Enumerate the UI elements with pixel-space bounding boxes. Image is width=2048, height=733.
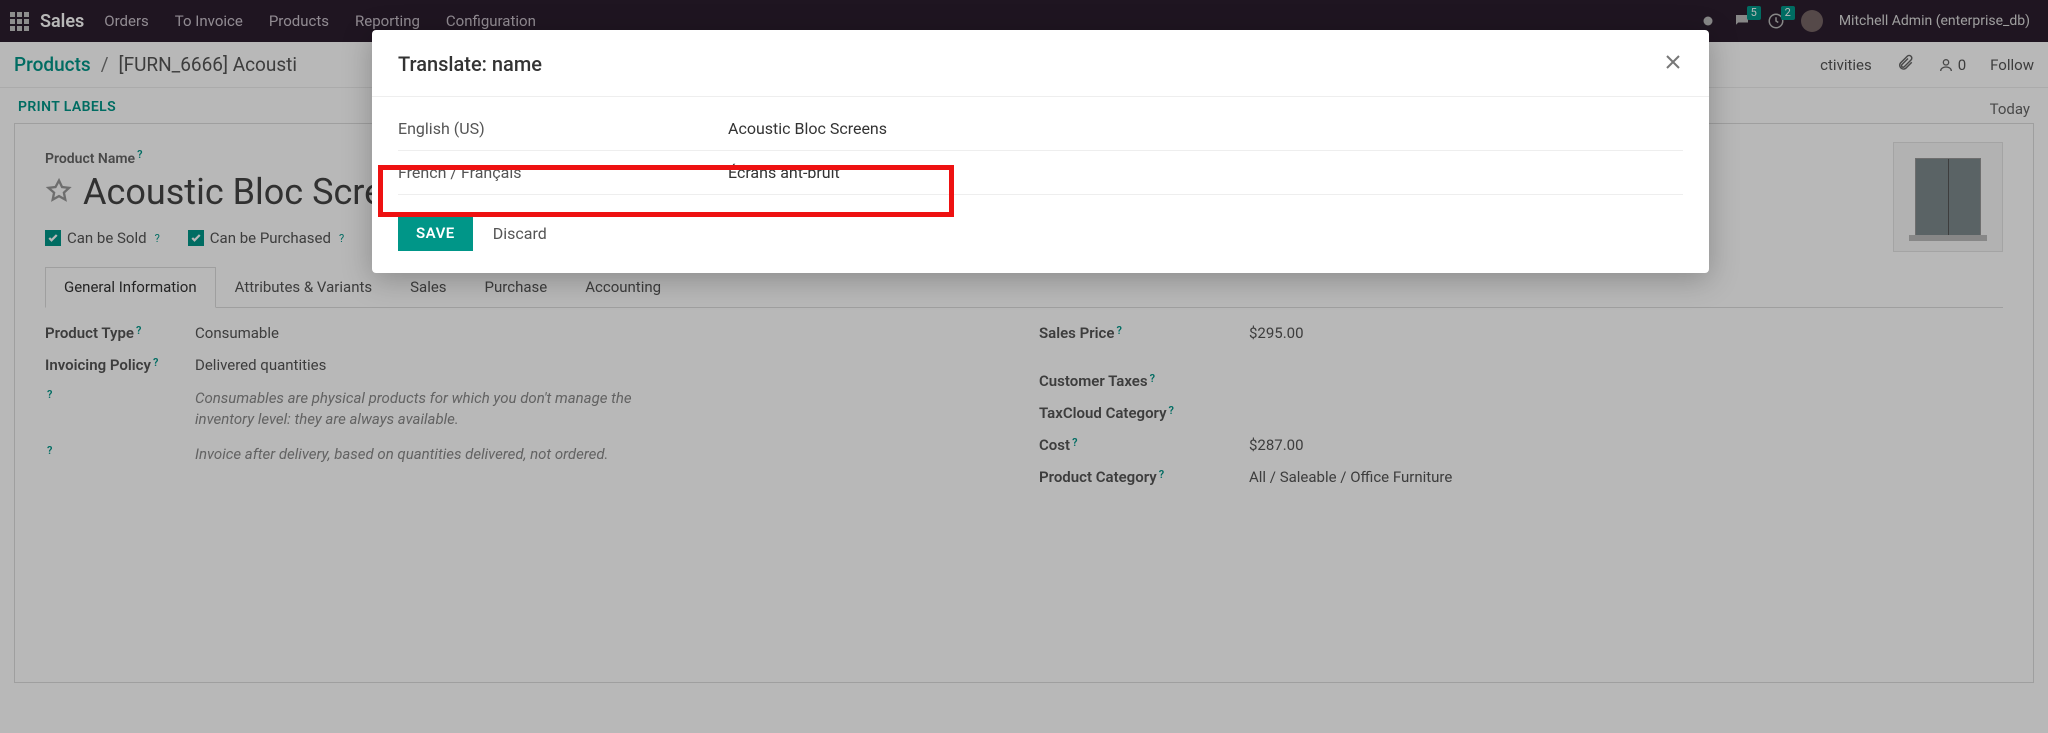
translation-lang: English (US) — [398, 119, 728, 138]
translation-value-en[interactable]: Acoustic Bloc Screens — [728, 117, 1683, 140]
translation-lang: French / Français — [398, 163, 728, 182]
translation-row-en: English (US) Acoustic Bloc Screens — [398, 107, 1683, 151]
discard-button[interactable]: Discard — [493, 224, 547, 243]
modal-title: Translate: name — [398, 52, 542, 76]
translation-value-fr[interactable]: Écrans ant-bruit — [728, 161, 1683, 184]
translation-row-fr: French / Français Écrans ant-bruit — [398, 151, 1683, 195]
save-button[interactable]: SAVE — [398, 215, 473, 251]
translate-modal: Translate: name English (US) Acoustic Bl… — [372, 30, 1709, 273]
close-icon[interactable] — [1663, 52, 1683, 76]
